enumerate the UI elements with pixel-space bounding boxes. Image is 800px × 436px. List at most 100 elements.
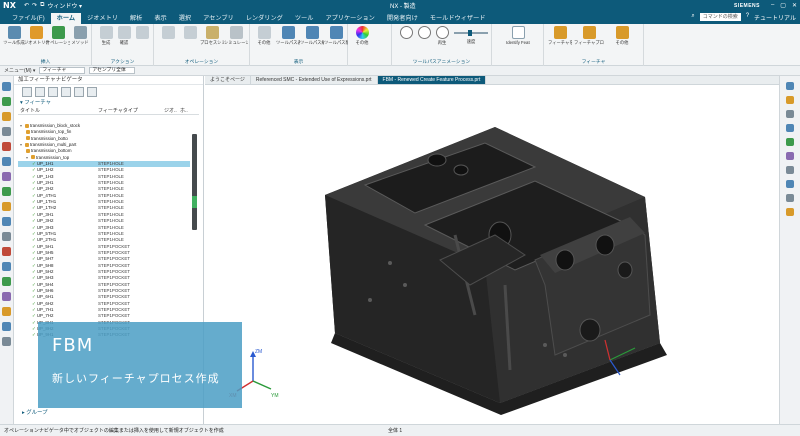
measure-icon[interactable] <box>786 180 794 188</box>
color-wheel-button[interactable]: その他 <box>350 26 374 56</box>
create-operation-button[interactable]: オペレーション作成 <box>46 26 70 56</box>
side-hole <box>368 298 372 302</box>
window-menu[interactable]: ウィンドウ ▾ <box>47 1 82 10</box>
model-viewport[interactable]: ZM XM YM <box>205 85 779 424</box>
tab-view[interactable]: 表示 <box>148 13 172 24</box>
nav-tool-5-icon[interactable] <box>74 87 84 97</box>
close-icon[interactable]: ✕ <box>792 2 797 9</box>
create-geometry-button[interactable]: ジオメトリ作成 <box>24 26 48 56</box>
tab-mold-wizard[interactable]: モールドウィザード <box>424 13 492 24</box>
pan-icon[interactable] <box>786 124 794 132</box>
tab-select[interactable]: 選択 <box>173 13 197 24</box>
orient-view-icon[interactable] <box>786 138 794 146</box>
nav-tool-3-icon[interactable] <box>48 87 58 97</box>
toolpath-edit-button[interactable]: ツールパス編集 <box>300 26 324 56</box>
assembly-nav-icon[interactable] <box>2 142 11 151</box>
nav-tool-4-icon[interactable] <box>61 87 71 97</box>
navigator-scroll-thumb[interactable] <box>192 196 197 208</box>
history-log-icon[interactable] <box>2 292 11 301</box>
tab-smc-part[interactable]: Referenced SMC - Extended Use of Express… <box>251 76 378 84</box>
feature-nav-icon[interactable] <box>2 112 11 121</box>
toolpath-display-button[interactable]: ツールパス表示 <box>276 26 300 56</box>
kf-icon[interactable] <box>2 322 11 331</box>
help-circle-icon[interactable] <box>786 194 794 202</box>
tab-fbm-part[interactable]: FBM - Renewed Create Feature Process.prt <box>377 76 487 84</box>
column-ho[interactable]: ホ.. <box>180 107 190 114</box>
graphics-window[interactable]: ZM XM YM <box>205 85 779 424</box>
tab-developer[interactable]: 開発者向け <box>381 13 424 24</box>
tab-assembly[interactable]: アセンブリ <box>197 13 240 24</box>
undo-icon[interactable]: ↶ <box>24 2 29 9</box>
menu-button[interactable]: メニュー(M) ▾ <box>4 67 35 74</box>
column-geometry[interactable]: ジオ.. <box>164 107 180 114</box>
tab-file[interactable]: ファイル(F) <box>6 13 51 24</box>
play-button[interactable]: 再生 <box>430 26 454 56</box>
copy-icon[interactable]: ⧉ <box>40 2 44 9</box>
nav-tool-1-icon[interactable] <box>22 87 32 97</box>
role-icon[interactable] <box>2 217 11 226</box>
manufacturing-wizard-icon[interactable] <box>2 262 11 271</box>
machine-tool-icon[interactable] <box>2 277 11 286</box>
op-button-2[interactable] <box>178 26 202 56</box>
reuse-library-icon[interactable] <box>2 172 11 181</box>
process-simulate-button[interactable]: プロセスシミュレート <box>200 26 224 56</box>
op-icon <box>161 26 175 39</box>
create-tool-button[interactable]: ツール作成 <box>2 26 26 56</box>
fit-view-icon[interactable] <box>786 82 794 90</box>
feature-more-button[interactable]: その他 <box>610 26 634 56</box>
toolpath-delete-button[interactable]: ツールパス削除 <box>324 26 348 56</box>
tutorial-link[interactable]: チュートリアル <box>754 13 796 22</box>
identify-features-button[interactable]: Identify Features <box>506 26 530 56</box>
op-button-1[interactable] <box>156 26 180 56</box>
simulation-button[interactable]: シミュレーション <box>224 26 248 56</box>
tab-home[interactable]: ホーム <box>50 13 82 24</box>
nav-tool-2-icon[interactable] <box>35 87 45 97</box>
scope-filter-select[interactable]: アセンブリ全体 <box>89 67 136 74</box>
clock-icon[interactable] <box>2 307 11 316</box>
more-button[interactable]: その他 <box>252 26 276 56</box>
action-button-3[interactable] <box>130 26 154 56</box>
ribbon-group-display: その他 ツールパス表示 ツールパス編集 ツールパス削除 表示 <box>250 24 348 66</box>
system-materials-icon[interactable] <box>2 232 11 241</box>
settings-icon[interactable] <box>2 337 11 346</box>
selection-scope[interactable]: 全体 1 <box>388 425 402 436</box>
palette-icon[interactable] <box>2 202 11 211</box>
tab-geometry[interactable]: ジオメトリ <box>81 13 124 24</box>
process-studio-icon[interactable] <box>2 247 11 256</box>
axis-label-y: YM <box>271 393 279 399</box>
method-button[interactable]: メソッド <box>68 26 92 56</box>
minimize-icon[interactable]: – <box>771 2 774 9</box>
speed-slider[interactable]: 速度 <box>454 26 488 56</box>
layer-icon[interactable] <box>786 208 794 216</box>
operation-nav-icon[interactable] <box>2 97 11 106</box>
help-icon[interactable]: ? <box>746 13 749 22</box>
maximize-icon[interactable]: ▢ <box>780 2 786 9</box>
navigator-scrollbar[interactable] <box>192 134 197 230</box>
group-section-header[interactable]: ▸ グループ <box>22 408 47 416</box>
create-feature-button[interactable]: フィーチャを作成 <box>548 26 572 56</box>
command-search-input[interactable]: コマンドの検索 <box>699 13 741 21</box>
column-feature-type[interactable]: フィーチャタイプ <box>98 107 164 114</box>
zoom-icon[interactable] <box>786 96 794 104</box>
nav-tool-6-icon[interactable] <box>87 87 97 97</box>
caption-subtitle: 新しいフィーチャプロセス作成 <box>52 372 220 385</box>
tab-welcome-page[interactable]: ようこそページ <box>205 76 251 84</box>
column-title[interactable]: タイトル <box>18 107 98 114</box>
render-style-icon[interactable] <box>786 152 794 160</box>
speed-thumb[interactable] <box>468 30 472 36</box>
web-browser-icon[interactable] <box>2 187 11 196</box>
tab-analysis[interactable]: 解析 <box>124 13 148 24</box>
feature-process-button[interactable]: フィーチャプロセスを作成 <box>574 26 604 56</box>
feature-more-icon <box>615 26 629 39</box>
rotate-icon[interactable] <box>786 110 794 118</box>
history-icon[interactable] <box>2 157 11 166</box>
redo-icon[interactable]: ↷ <box>32 2 37 9</box>
tab-application[interactable]: アプリケーション <box>319 13 380 24</box>
section-view-icon[interactable] <box>786 166 794 174</box>
tab-render[interactable]: レンダリング <box>240 13 289 24</box>
part-nav-icon[interactable] <box>2 127 11 136</box>
navigator-icon[interactable] <box>2 82 11 91</box>
type-filter-select[interactable]: フィーチャ <box>39 67 86 74</box>
features-section-header[interactable]: ▾ フィーチャ <box>14 99 203 107</box>
tab-tools[interactable]: ツール <box>289 13 320 24</box>
